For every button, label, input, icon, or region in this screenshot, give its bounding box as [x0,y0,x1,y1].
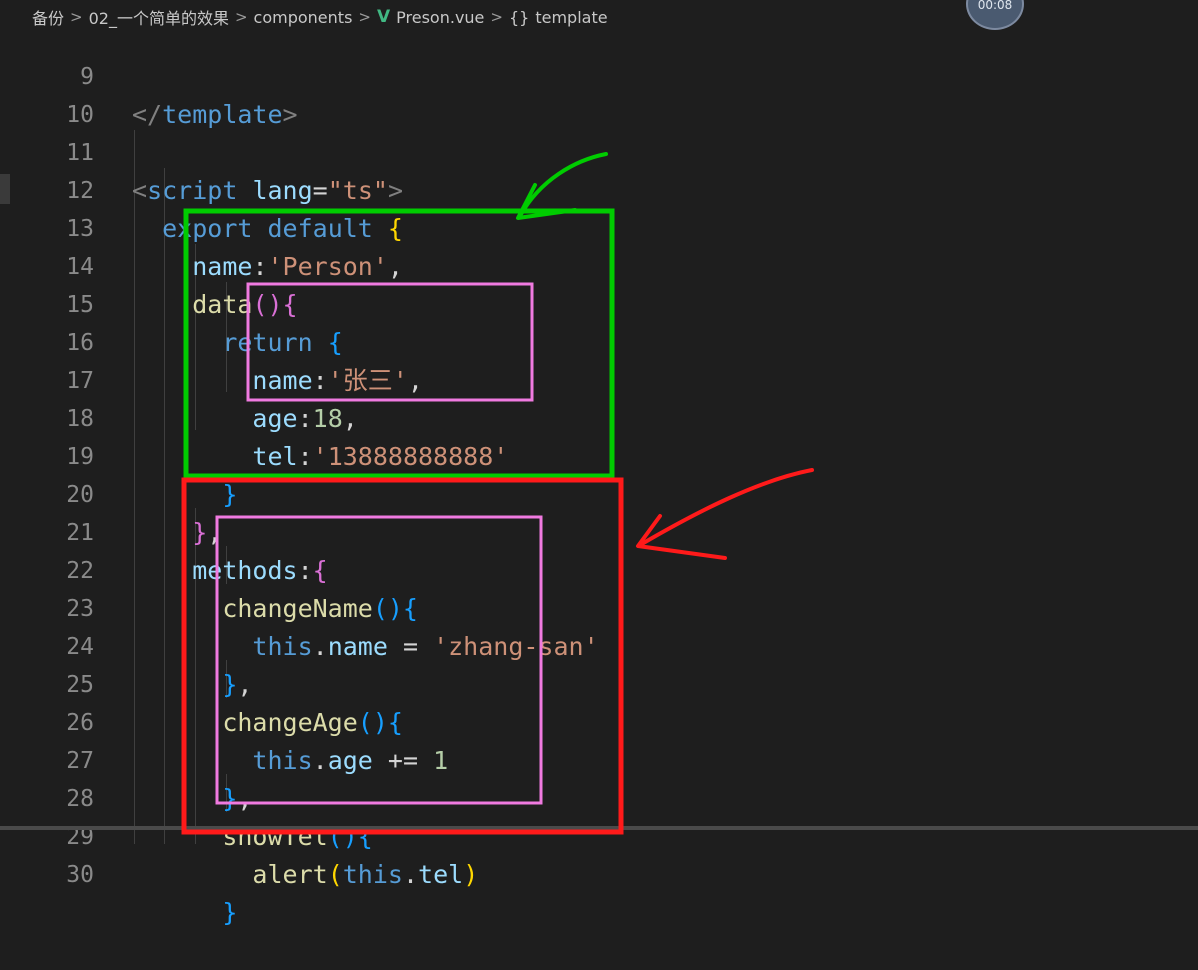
breadcrumb-separator: > [234,8,248,26]
code-editor[interactable]: 9 </template> 10 11 <script lang="ts"> 1… [0,20,1198,927]
code-line: 11 <script lang="ts"> [0,96,1198,205]
breadcrumb-item-components[interactable]: components [254,8,353,27]
code-text[interactable]: } [132,894,237,932]
breadcrumb-separator: > [70,8,83,26]
breadcrumb-separator: > [358,8,371,26]
code-line: 29 alert(this.tel) [0,780,1198,889]
code-line: 20 }, [0,438,1198,547]
code-line: 13 name:'Person', [0,172,1198,281]
code-line: 22 changeName(){ [0,514,1198,623]
code-line: 30 } [0,818,1198,927]
vue-file-icon: V [376,7,391,27]
code-line: 23 this.name = 'zhang-san' [0,552,1198,661]
breadcrumb-separator: > [490,8,503,26]
braces-icon: {} [508,7,530,27]
breadcrumb-item-template[interactable]: template [535,8,607,27]
code-line: 21 methods:{ [0,476,1198,585]
code-line: 14 data(){ [0,210,1198,319]
code-line: 17 age:18, [0,324,1198,433]
breadcrumb-item-file[interactable]: Preson.vue [396,8,484,27]
code-line: 18 tel:'13888888888' [0,362,1198,471]
breadcrumb-item-folder[interactable]: 02_一个简单的效果 [89,5,229,29]
code-line: 16 name:'张三', [0,286,1198,395]
code-line: 25 changeAge(){ [0,628,1198,737]
code-line: 26 this.age += 1 [0,666,1198,775]
code-line: 15 return { [0,248,1198,357]
code-line: 28 showTel(){ [0,742,1198,851]
code-line: 12 export default { [0,134,1198,243]
breadcrumb-item-backup[interactable]: 备份 [32,5,64,29]
code-line: 24 }, [0,590,1198,699]
horizontal-scrollbar[interactable] [0,826,1198,830]
line-number: 30 [66,862,94,888]
code-line: 19 } [0,400,1198,509]
code-line: 27 }, [0,704,1198,813]
code-line: 10 [0,58,1198,128]
code-text[interactable]: alert(this.tel) [132,856,478,894]
